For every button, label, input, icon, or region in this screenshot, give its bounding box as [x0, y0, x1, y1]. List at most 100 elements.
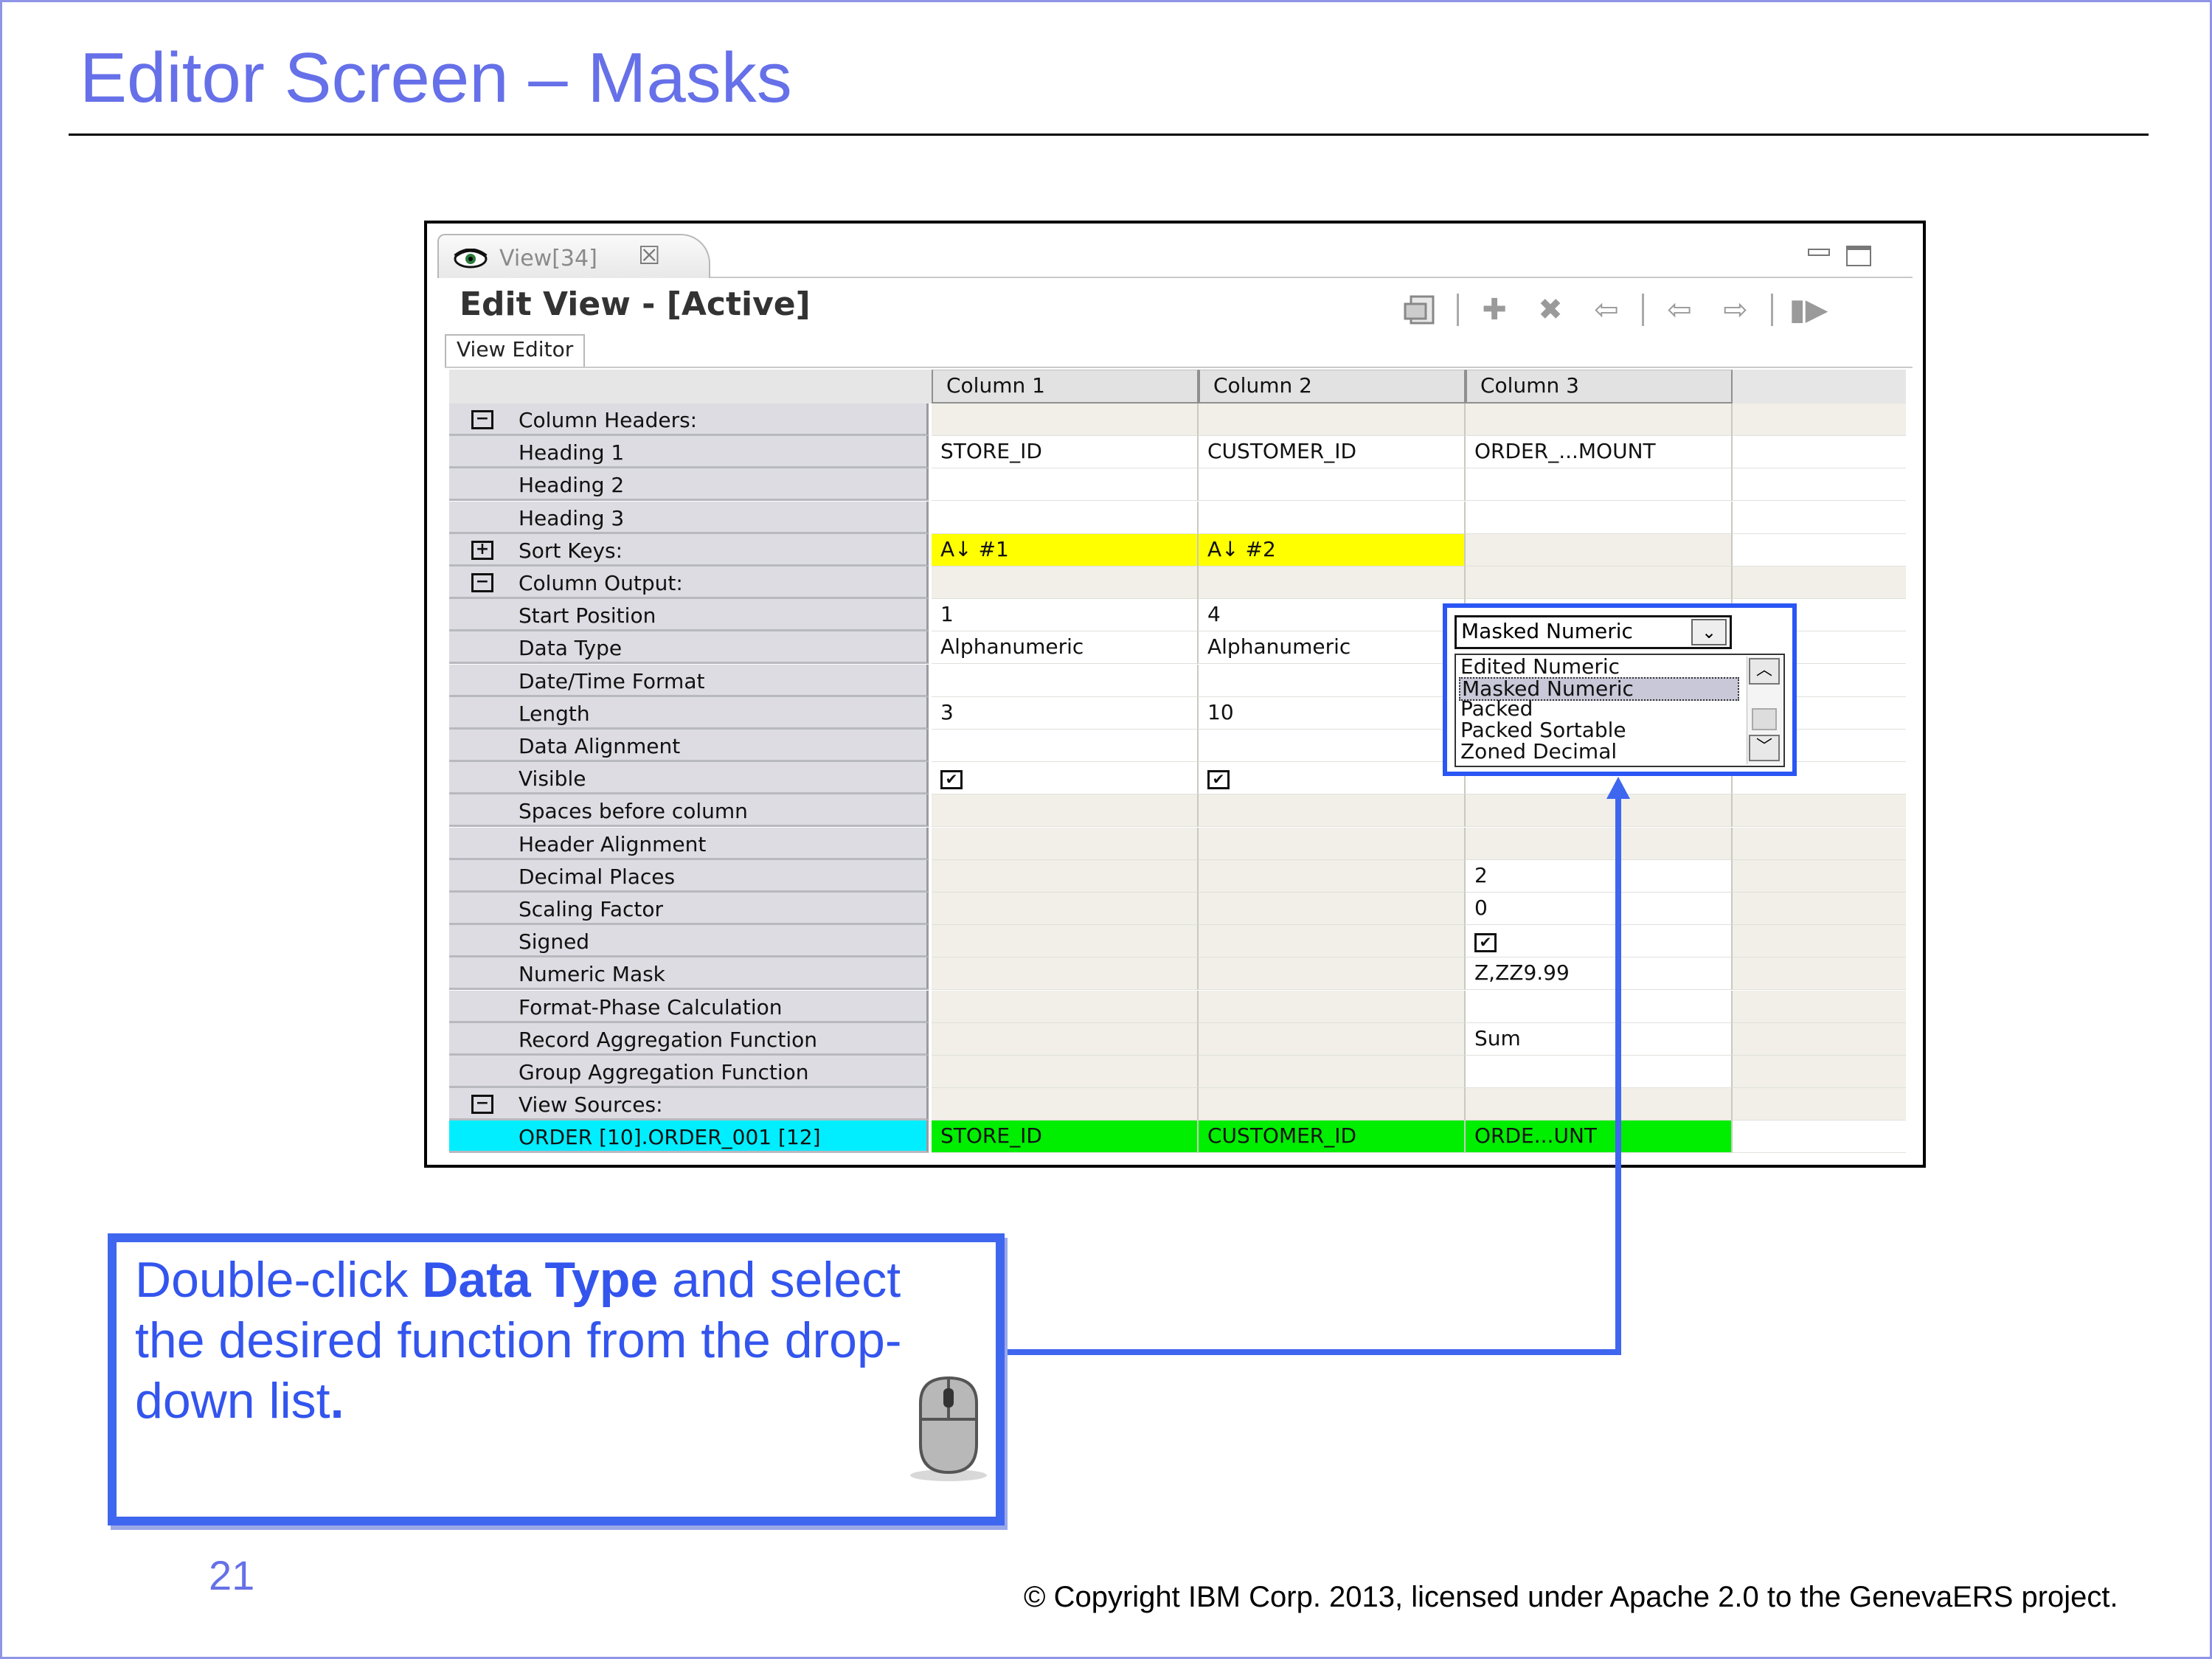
grid-cell[interactable]: Alphanumeric	[1199, 631, 1466, 665]
row-label[interactable]: Header Alignment	[449, 827, 929, 860]
checkbox[interactable]: ✔	[1207, 770, 1230, 790]
delete-icon[interactable]: ✖	[1530, 291, 1571, 328]
option-edited-numeric[interactable]: Edited Numeric	[1459, 657, 1739, 677]
grid-cell[interactable]	[932, 990, 1199, 1023]
row-label[interactable]: Numeric Mask	[449, 957, 929, 991]
grid-cell[interactable]	[1466, 990, 1733, 1023]
grid-cell[interactable]	[1466, 794, 1733, 828]
row-label[interactable]: − View Sources:	[449, 1088, 929, 1121]
grid-cell[interactable]	[1199, 1056, 1466, 1088]
grid-cell[interactable]: ✔	[1466, 925, 1733, 958]
grid-cell[interactable]	[932, 1022, 1199, 1056]
grid-cell[interactable]	[1199, 468, 1466, 502]
row-label[interactable]: Data Type	[449, 631, 929, 665]
row-label[interactable]: Decimal Places	[449, 859, 929, 893]
grid-cell[interactable]: ✔	[1199, 762, 1466, 795]
grid-cell[interactable]	[1199, 567, 1466, 599]
option-zoned-decimal[interactable]: Zoned Decimal	[1459, 741, 1739, 762]
grid-cell[interactable]: STORE_ID	[932, 436, 1199, 469]
grid-cell[interactable]: CUSTOMER_ID	[1199, 1121, 1466, 1154]
grid-cell[interactable]	[1466, 404, 1733, 436]
grid-cell[interactable]: 4	[1199, 599, 1466, 632]
grid-cell[interactable]	[1199, 730, 1466, 762]
back-arrow-icon[interactable]: ⇦	[1586, 291, 1627, 328]
grid-cell[interactable]: Z,ZZ9.99	[1466, 957, 1733, 991]
left-arrow-icon[interactable]: ⇦	[1659, 291, 1700, 328]
chevron-down-icon[interactable]: ﹀	[1749, 735, 1780, 761]
row-label[interactable]: Spaces before column	[449, 794, 929, 828]
grid-cell[interactable]	[932, 794, 1199, 828]
grid-cell[interactable]	[1199, 404, 1466, 436]
row-label[interactable]: Date/Time Format	[449, 664, 929, 697]
row-label[interactable]: Visible	[449, 762, 929, 795]
right-arrow-icon[interactable]: ⇨	[1715, 291, 1756, 328]
grid-cell[interactable]	[932, 468, 1199, 502]
row-label[interactable]: Signed	[449, 925, 929, 958]
row-label[interactable]: Start Position	[449, 599, 929, 632]
row-label[interactable]: Group Aggregation Function	[449, 1056, 929, 1088]
collapse-icon[interactable]: −	[471, 1095, 493, 1115]
grid-cell[interactable]	[932, 404, 1199, 436]
grid-cell[interactable]	[1199, 827, 1466, 860]
save-as-icon[interactable]	[1401, 291, 1442, 328]
grid-cell[interactable]	[1466, 501, 1733, 534]
grid-cell[interactable]: 2	[1466, 859, 1733, 893]
grid-cell[interactable]	[932, 957, 1199, 991]
grid-cell[interactable]	[1466, 1088, 1733, 1121]
grid-cell[interactable]	[1466, 533, 1733, 567]
scrollbar-thumb[interactable]	[1752, 708, 1777, 730]
grid-cell[interactable]	[1199, 664, 1466, 697]
grid-cell[interactable]	[932, 859, 1199, 893]
next-icon[interactable]: ▮▶	[1788, 291, 1829, 328]
grid-cell[interactable]	[1199, 859, 1466, 893]
column-header-1[interactable]: Column 1	[932, 370, 1199, 404]
data-type-select[interactable]: Masked Numeric ⌄	[1455, 615, 1732, 649]
grid-cell[interactable]	[932, 827, 1199, 860]
grid-cell[interactable]	[932, 501, 1199, 534]
maximize-icon[interactable]	[1846, 246, 1871, 266]
chevron-down-icon[interactable]: ⌄	[1691, 619, 1727, 645]
expand-icon[interactable]: +	[471, 540, 493, 560]
row-label[interactable]: − Column Output:	[449, 567, 929, 599]
options-scrollbar[interactable]: ︿ ﹀	[1747, 657, 1782, 764]
row-label[interactable]: Heading 3	[449, 501, 929, 534]
grid-cell[interactable]	[932, 925, 1199, 958]
row-label[interactable]: Data Alignment	[449, 730, 929, 762]
row-label[interactable]: Heading 2	[449, 468, 929, 502]
grid-cell[interactable]	[1466, 1056, 1733, 1088]
collapse-icon[interactable]: −	[471, 410, 493, 429]
grid-cell[interactable]: A↓ #2	[1199, 533, 1466, 567]
grid-cell[interactable]	[1466, 567, 1733, 599]
grid-cell[interactable]	[1199, 794, 1466, 828]
row-label[interactable]: Record Aggregation Function	[449, 1022, 929, 1056]
grid-cell[interactable]: STORE_ID	[932, 1121, 1199, 1154]
row-label[interactable]: Heading 1	[449, 436, 929, 469]
grid-cell[interactable]: A↓ #1	[932, 533, 1199, 567]
row-label[interactable]: ORDER [10].ORDER_001 [12]	[449, 1121, 929, 1154]
chevron-up-icon[interactable]: ︿	[1749, 658, 1780, 685]
grid-cell[interactable]	[932, 1056, 1199, 1088]
option-packed[interactable]: Packed	[1459, 699, 1739, 719]
grid-cell[interactable]: 10	[1199, 696, 1466, 730]
grid-cell[interactable]: CUSTOMER_ID	[1199, 436, 1466, 469]
grid-cell[interactable]	[1199, 990, 1466, 1023]
grid-cell[interactable]	[932, 893, 1199, 925]
row-label[interactable]: Format-Phase Calculation	[449, 990, 929, 1023]
grid-cell[interactable]: 1	[932, 599, 1199, 632]
column-header-3[interactable]: Column 3	[1466, 370, 1733, 404]
grid-cell[interactable]: Alphanumeric	[932, 631, 1199, 665]
grid-cell[interactable]	[932, 567, 1199, 599]
grid-cell[interactable]	[1199, 893, 1466, 925]
grid-cell[interactable]	[1199, 1088, 1466, 1121]
grid-cell[interactable]	[932, 1088, 1199, 1121]
add-icon[interactable]: ✚	[1474, 291, 1515, 328]
grid-cell[interactable]	[1466, 827, 1733, 860]
grid-cell[interactable]	[1199, 925, 1466, 958]
grid-cell[interactable]	[1199, 501, 1466, 534]
collapse-icon[interactable]: −	[471, 573, 493, 592]
grid-cell[interactable]	[1199, 1022, 1466, 1056]
row-label[interactable]: − Column Headers:	[449, 404, 929, 436]
column-header-2[interactable]: Column 2	[1199, 370, 1466, 404]
grid-cell[interactable]	[932, 664, 1199, 697]
grid-cell[interactable]: Sum	[1466, 1022, 1733, 1056]
